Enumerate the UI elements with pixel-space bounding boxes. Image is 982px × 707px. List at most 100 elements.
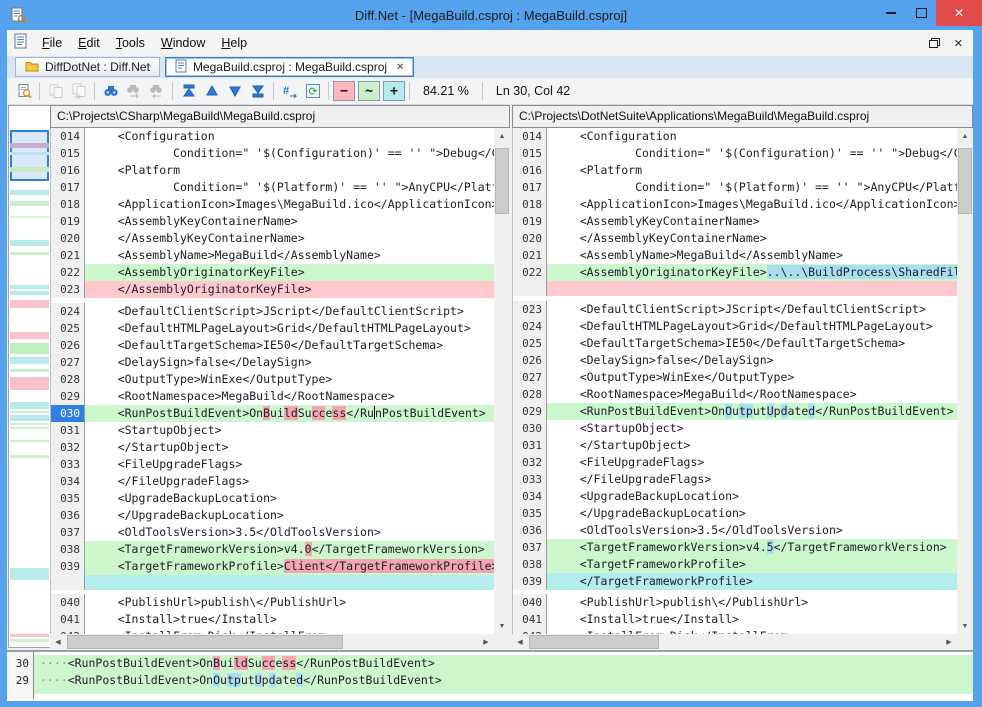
mdi-restore-button[interactable] [929, 38, 940, 48]
vertical-scroll-thumb[interactable] [958, 148, 972, 214]
code-line[interactable]: 029 <RootNamespace>MegaBuild</RootNamesp… [51, 388, 494, 405]
scroll-up-arrow[interactable]: ▲ [494, 128, 510, 144]
close-button[interactable]: ✕ [936, 0, 982, 26]
code-line[interactable]: 014 <Configuration [51, 128, 494, 145]
code-line[interactable]: 023 </AssemblyOriginatorKeyFile> [51, 281, 494, 298]
horizontal-scroll-thumb[interactable] [67, 635, 343, 649]
code-line[interactable]: 016 <Platform [51, 162, 494, 179]
code-line[interactable] [513, 281, 957, 296]
code-line[interactable]: 021 <AssemblyName>MegaBuild</AssemblyNam… [513, 247, 957, 264]
code-line[interactable]: 026 <DefaultTargetSchema>IE50</DefaultTa… [51, 337, 494, 354]
title-bar[interactable]: Diff.Net - [MegaBuild.csproj : MegaBuild… [0, 0, 982, 30]
code-line[interactable]: 028 <RootNamespace>MegaBuild</RootNamesp… [513, 386, 957, 403]
vertical-scroll-thumb[interactable] [495, 148, 509, 214]
code-line[interactable]: 035 <UpgradeBackupLocation> [51, 490, 494, 507]
mdi-child-system-icon[interactable] [14, 33, 28, 54]
diff-overview-map[interactable] [8, 105, 51, 648]
minimize-button[interactable] [876, 0, 906, 26]
code-line[interactable]: 032 </StartupObject> [51, 439, 494, 456]
code-line[interactable]: 027 <OutputType>WinExe</OutputType> [513, 369, 957, 386]
view-changes-toggle[interactable]: ~ [358, 81, 380, 101]
last-difference-button[interactable] [246, 80, 269, 103]
next-difference-button[interactable] [223, 80, 246, 103]
scroll-right-arrow[interactable]: ▶ [478, 634, 494, 650]
first-difference-button[interactable] [177, 80, 200, 103]
code-line[interactable]: 024 <DefaultHTMLPageLayout>Grid</Default… [513, 318, 957, 335]
right-code-area[interactable]: 014 <Configuration015 Condition=" '$(Con… [512, 128, 957, 634]
previous-difference-button[interactable] [200, 80, 223, 103]
code-line[interactable]: 015 Condition=" '$(Configuration)' == ''… [51, 145, 494, 162]
tab-close-icon[interactable]: ✕ [396, 62, 404, 73]
scroll-down-arrow[interactable]: ▼ [957, 618, 973, 634]
code-line[interactable]: 026 <DelaySign>false</DelaySign> [513, 352, 957, 369]
code-line[interactable]: 019 <AssemblyKeyContainerName> [513, 213, 957, 230]
recompare-button[interactable]: ⟳ [301, 80, 324, 103]
menu-item-tools[interactable]: Tools [108, 32, 153, 54]
right-vertical-scrollbar[interactable]: ▲ ▼ [957, 128, 973, 634]
code-line[interactable]: 037 <OldToolsVersion>3.5</OldToolsVersio… [51, 524, 494, 541]
code-line[interactable]: 030 <StartupObject> [513, 420, 957, 437]
code-line[interactable]: 014 <Configuration [513, 128, 957, 145]
code-line[interactable]: 037 <TargetFrameworkVersion>v4.5</Target… [513, 539, 957, 556]
code-line[interactable]: 034 </FileUpgradeFlags> [51, 473, 494, 490]
left-vertical-scrollbar[interactable]: ▲ ▼ [494, 128, 510, 634]
view-insertions-toggle[interactable]: + [383, 81, 405, 101]
code-line[interactable]: 033 <FileUpgradeFlags> [51, 456, 494, 473]
mdi-close-button[interactable]: ✕ [954, 37, 963, 50]
code-line[interactable]: 040 <PublishUrl>publish\</PublishUrl> [513, 594, 957, 611]
code-line[interactable]: 022 <AssemblyOriginatorKeyFile> [51, 264, 494, 281]
code-line[interactable]: 020 </AssemblyKeyContainerName> [513, 230, 957, 247]
scroll-left-arrow[interactable]: ◀ [50, 634, 66, 650]
code-line[interactable]: 036 <OldToolsVersion>3.5</OldToolsVersio… [513, 522, 957, 539]
code-line[interactable]: 036 </UpgradeBackupLocation> [51, 507, 494, 524]
scroll-right-arrow[interactable]: ▶ [941, 634, 957, 650]
left-code-area[interactable]: 014 <Configuration015 Condition=" '$(Con… [50, 128, 494, 634]
find-button[interactable] [99, 80, 122, 103]
code-line[interactable]: 032 <FileUpgradeFlags> [513, 454, 957, 471]
code-line[interactable]: 021 <AssemblyName>MegaBuild</AssemblyNam… [51, 247, 494, 264]
code-line[interactable]: 020 </AssemblyKeyContainerName> [51, 230, 494, 247]
right-horizontal-scrollbar[interactable]: ◀ ▶ [512, 634, 957, 650]
code-line[interactable]: 030 <RunPostBuildEvent>OnBuildSuccess</R… [51, 405, 494, 422]
code-line[interactable]: 035 </UpgradeBackupLocation> [513, 505, 957, 522]
scroll-up-arrow[interactable]: ▲ [957, 128, 973, 144]
code-line[interactable]: 023 <DefaultClientScript>JScript</Defaul… [513, 301, 957, 318]
code-line[interactable]: 016 <Platform [513, 162, 957, 179]
code-line[interactable]: 017 Condition=" '$(Platform)' == '' ">An… [513, 179, 957, 196]
tab-diff-document[interactable]: MegaBuild.csproj : MegaBuild.csproj✕ [165, 57, 414, 77]
code-line[interactable]: 024 <DefaultClientScript>JScript</Defaul… [51, 303, 494, 320]
menu-item-edit[interactable]: Edit [70, 32, 108, 54]
code-line[interactable]: 029 <RunPostBuildEvent>OnOutputUpdated</… [513, 403, 957, 420]
menu-item-file[interactable]: File [34, 32, 70, 54]
code-line[interactable]: 018 <ApplicationIcon>Images\MegaBuild.ic… [51, 196, 494, 213]
code-line[interactable]: 027 <DelaySign>false</DelaySign> [51, 354, 494, 371]
horizontal-scroll-thumb[interactable] [529, 635, 659, 649]
code-line[interactable]: 034 <UpgradeBackupLocation> [513, 488, 957, 505]
code-line[interactable]: 025 <DefaultHTMLPageLayout>Grid</Default… [51, 320, 494, 337]
go-to-line-button[interactable]: # [278, 80, 301, 103]
print-preview-button[interactable] [12, 80, 35, 103]
code-line[interactable] [51, 575, 494, 590]
code-line[interactable]: 015 Condition=" '$(Configuration)' == ''… [513, 145, 957, 162]
code-line[interactable]: 040 <PublishUrl>publish\</PublishUrl> [51, 594, 494, 611]
code-line[interactable]: 019 <AssemblyKeyContainerName> [51, 213, 494, 230]
scroll-left-arrow[interactable]: ◀ [512, 634, 528, 650]
code-line[interactable]: 038 <TargetFrameworkVersion>v4.0</Target… [51, 541, 494, 558]
code-line[interactable]: 031 <StartupObject> [51, 422, 494, 439]
code-line[interactable]: 025 <DefaultTargetSchema>IE50</DefaultTa… [513, 335, 957, 352]
code-line[interactable]: 033 </FileUpgradeFlags> [513, 471, 957, 488]
code-line[interactable]: 038 <TargetFrameworkProfile> [513, 556, 957, 573]
overview-viewport[interactable] [10, 130, 49, 181]
code-line[interactable]: 039 </TargetFrameworkProfile> [513, 573, 957, 590]
code-line[interactable]: 031 </StartupObject> [513, 437, 957, 454]
left-horizontal-scrollbar[interactable]: ◀ ▶ [50, 634, 494, 650]
code-line[interactable]: 041 <Install>true</Install> [51, 611, 494, 628]
code-line[interactable]: 022 <AssemblyOriginatorKeyFile>..\..\Bui… [513, 264, 957, 281]
menu-item-window[interactable]: Window [153, 32, 213, 54]
scroll-down-arrow[interactable]: ▼ [494, 618, 510, 634]
view-deletions-toggle[interactable]: − [333, 81, 355, 101]
code-line[interactable]: 017 Condition=" '$(Platform)' == '' ">An… [51, 179, 494, 196]
code-line[interactable]: 041 <Install>true</Install> [513, 611, 957, 628]
code-line[interactable]: 018 <ApplicationIcon>Images\MegaBuild.ic… [513, 196, 957, 213]
maximize-button[interactable] [906, 0, 936, 26]
